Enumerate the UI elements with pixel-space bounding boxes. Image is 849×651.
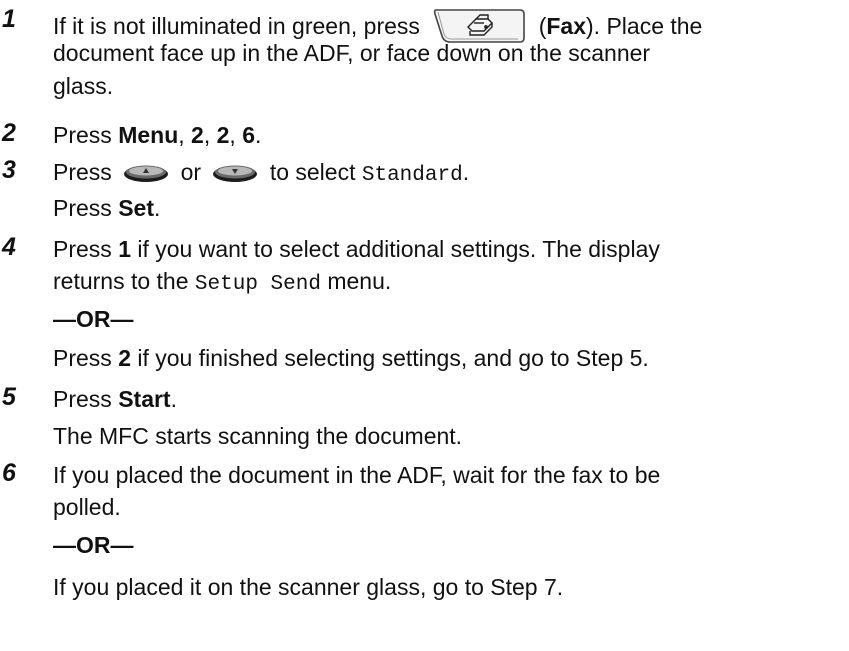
- step-3-line-2: Press Set.: [53, 195, 161, 221]
- option-standard: Standard: [361, 164, 463, 187]
- step-6-line-1: If you placed the document in the ADF, w…: [53, 462, 661, 488]
- step-1-text: If it is not illuminated in green, press: [53, 13, 420, 39]
- step-5-number: 5: [2, 383, 16, 411]
- step-6-line-2: polled.: [53, 494, 121, 520]
- step-5-line-1: Press Start.: [53, 386, 177, 412]
- step-2-line: Press Menu, 2, 2, 6.: [53, 122, 262, 148]
- fax-key-label: Fax: [546, 13, 586, 39]
- step-2-number: 2: [2, 119, 16, 147]
- step-1-line-3: glass.: [53, 73, 114, 99]
- step-1-line-2: document face up in the ADF, or face dow…: [53, 40, 651, 66]
- step-3-line-1: Press or to select Standard.: [53, 159, 470, 187]
- step-6-line-3: If you placed it on the scanner glass, g…: [53, 574, 564, 600]
- down-arrow-key-icon: [211, 162, 259, 184]
- step-4-line-2: returns to the Setup Send menu.: [53, 268, 392, 296]
- step-3-number: 3: [2, 156, 16, 184]
- step-4-or-label: —OR—: [53, 306, 134, 332]
- step-4-line-3: Press 2 if you finished selecting settin…: [53, 345, 649, 371]
- start-key-label: Start: [118, 386, 171, 412]
- step-5-line-2: The MFC starts scanning the document.: [53, 423, 463, 449]
- step-1-number: 1: [2, 5, 16, 33]
- menu-key-label: Menu: [118, 122, 179, 148]
- instruction-page: 1 If it is not illuminated in green, pre…: [0, 0, 849, 651]
- step-6-number: 6: [2, 459, 16, 487]
- up-arrow-key-icon: [122, 162, 170, 184]
- set-key-label: Set: [118, 195, 154, 221]
- step-6-or-label: —OR—: [53, 532, 134, 558]
- step-4-number: 4: [2, 233, 16, 261]
- setup-send-menu-name: Setup Send: [194, 273, 321, 296]
- step-4-line-1: Press 1 if you want to select additional…: [53, 236, 660, 262]
